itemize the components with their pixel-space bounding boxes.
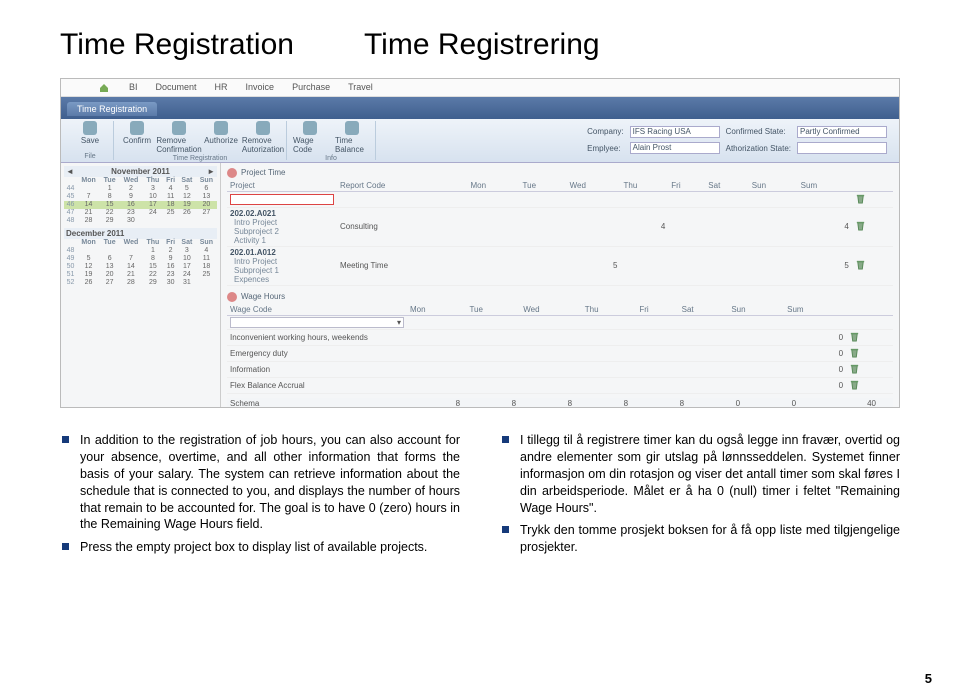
wagecode-button[interactable]: Wage Code	[293, 121, 327, 154]
bullets-en: In addition to the registration of job h…	[60, 432, 460, 562]
trash-icon[interactable]	[849, 331, 860, 342]
bullet-no-2: Trykk den tomme prosjekt boksen for å få…	[500, 522, 900, 556]
home-icon[interactable]	[99, 82, 111, 93]
bullet-no-1: I tillegg til å registrere timer kan du …	[500, 432, 900, 516]
calendar-dec[interactable]: MonTueWedThuFriSatSun4812344956789101150…	[64, 239, 217, 287]
timebalance-button[interactable]: Time Balance	[335, 121, 369, 154]
trash-icon[interactable]	[849, 347, 860, 358]
remove-auth-label: Remove Autorization	[242, 136, 284, 154]
project-time-grid: ProjectReport CodeMonTueWedThuFriSatSunS…	[227, 180, 893, 286]
confstate-field: Partly Confirmed	[797, 126, 887, 138]
confirm-label: Confirm	[123, 136, 151, 145]
employee-field[interactable]: Alain Prost	[630, 142, 720, 154]
bullet-en-2: Press the empty project box to display l…	[60, 539, 460, 556]
calendar-nov[interactable]: MonTueWedThuFriSatSun4412345645789101112…	[64, 177, 217, 225]
authorize-label: Authorize	[204, 136, 238, 145]
tab-bar: Time Registration	[61, 97, 899, 119]
authstate-field	[797, 142, 887, 154]
next-month-icon[interactable]: ►	[207, 167, 215, 176]
remove-confirm-button[interactable]: Remove Confirmation	[162, 121, 196, 154]
confstate-label: Confirmed State:	[726, 127, 791, 136]
menu-document[interactable]: Document	[156, 82, 197, 93]
authstate-label: Athorization State:	[726, 144, 791, 153]
month2-label: December 2011	[66, 229, 124, 238]
confirm-button[interactable]: Confirm	[120, 121, 154, 154]
bullets-no: I tillegg til å registrere timer kan du …	[500, 432, 900, 562]
screenshot-frame: BI Document HR Invoice Purchase Travel T…	[60, 78, 900, 408]
menu-bi[interactable]: BI	[129, 82, 138, 93]
menu-hr[interactable]: HR	[215, 82, 228, 93]
remove-auth-button[interactable]: Remove Autorization	[246, 121, 280, 154]
remove-confirm-label: Remove Confirmation	[156, 136, 201, 154]
menu-purchase[interactable]: Purchase	[292, 82, 330, 93]
ribbon-section-info: Info	[325, 155, 337, 162]
ribbon-section-file: File	[84, 153, 95, 160]
month1-label: November 2011	[111, 167, 170, 176]
calendar-panel: ◄ November 2011 ► MonTueWedThuFriSatSun441…	[61, 163, 221, 408]
pin-icon	[227, 168, 237, 178]
page-title-no: Time Registrering	[364, 28, 600, 62]
project-time-title: Project Time	[241, 168, 285, 177]
bullet-en-1: In addition to the registration of job h…	[60, 432, 460, 533]
trash-icon[interactable]	[855, 259, 866, 270]
company-label: Company:	[587, 127, 623, 136]
trash-icon[interactable]	[849, 363, 860, 374]
menu-invoice[interactable]: Invoice	[246, 82, 275, 93]
pin-icon-2	[227, 292, 237, 302]
save-button[interactable]: Save	[73, 121, 107, 145]
trash-icon[interactable]	[855, 193, 866, 204]
page-number: 5	[925, 671, 932, 686]
trash-icon[interactable]	[849, 379, 860, 390]
ribbon: Save File Confirm Remove Confirmation Au…	[61, 119, 899, 163]
tab-time-registration[interactable]: Time Registration	[67, 102, 157, 116]
authorize-button[interactable]: Authorize	[204, 121, 238, 154]
wagecode-dropdown[interactable]: ▾	[230, 317, 404, 328]
trash-icon[interactable]	[855, 220, 866, 231]
prev-month-icon[interactable]: ◄	[66, 167, 74, 176]
page-title-en: Time Registration	[60, 28, 294, 62]
empty-project-box[interactable]	[230, 194, 334, 205]
wage-hours-grid: Wage CodeMonTueWedThuFriSatSunSum▾Inconv…	[227, 304, 893, 394]
app-menubar: BI Document HR Invoice Purchase Travel	[61, 79, 899, 97]
employee-label: Emplyee:	[587, 144, 623, 153]
wage-summary-grid: Schema888880040Presence0Remaining8888800…	[227, 398, 893, 408]
ribbon-section-timereg: Time Registration	[173, 155, 228, 162]
timebalance-label: Time Balance	[335, 136, 369, 154]
wagecode-label: Wage Code	[293, 136, 327, 154]
company-field[interactable]: IFS Racing USA	[630, 126, 720, 138]
wage-hours-title: Wage Hours	[241, 292, 285, 301]
save-label: Save	[81, 136, 99, 145]
menu-travel[interactable]: Travel	[348, 82, 373, 93]
